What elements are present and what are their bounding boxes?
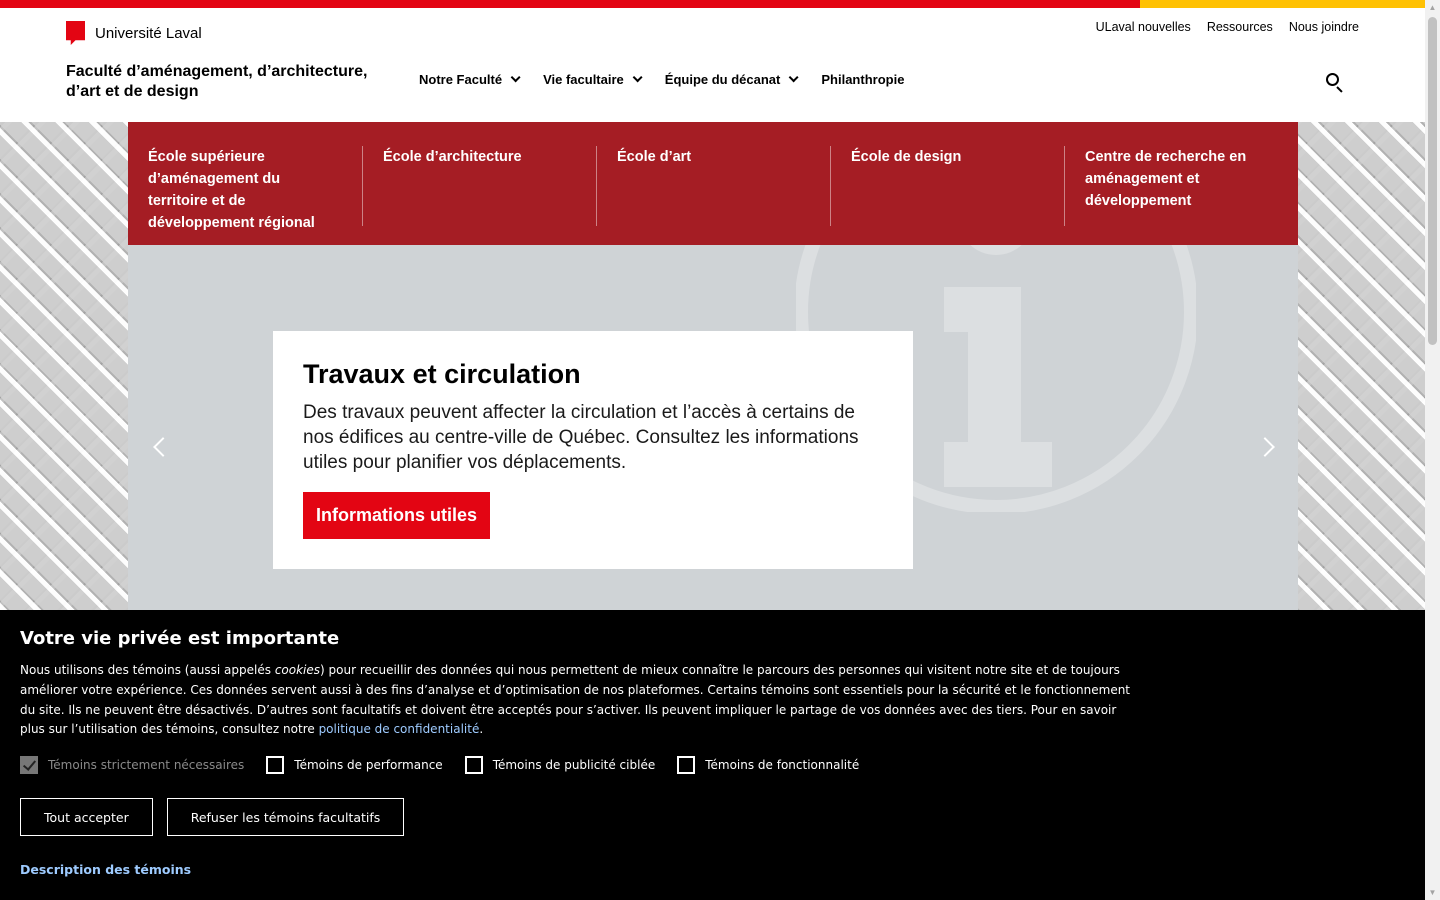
checkbox-advertising[interactable] <box>464 756 483 775</box>
main-nav: Notre Faculté Vie facultaire Équipe du d… <box>419 72 904 87</box>
search-icon-handle <box>1336 86 1343 93</box>
ulaval-shield-icon <box>66 21 85 45</box>
cookie-text-em: cookies <box>274 663 321 677</box>
chevron-down-icon <box>789 72 799 83</box>
cookie-text-part1: Nous utilisons des témoins (aussi appelé… <box>20 663 275 677</box>
schools-bar: École supérieure d’aménagement du territ… <box>128 122 1298 245</box>
faculty-title[interactable]: Faculté d’aménagement, d’architecture, d… <box>66 62 396 102</box>
school-link-crad[interactable]: Centre de recherche en aménagement et dé… <box>1064 146 1298 226</box>
chevron-down-icon <box>632 72 643 83</box>
school-link-design[interactable]: École de design <box>830 146 1064 226</box>
slide-title: Travaux et circulation <box>303 359 581 389</box>
utility-nav: ULaval nouvelles Ressources Nous joindre <box>1096 20 1359 34</box>
cookie-description-link[interactable]: Description des témoins <box>20 862 1405 877</box>
refuse-optional-button[interactable]: Refuser les témoins facultatifs <box>166 798 405 837</box>
accept-all-button[interactable]: Tout accepter <box>20 798 153 837</box>
privacy-policy-link[interactable]: politique de confidentialité <box>319 722 480 736</box>
nav-item-equipe-decanat[interactable]: Équipe du décanat <box>664 72 799 87</box>
util-link-nous-joindre[interactable]: Nous joindre <box>1289 20 1359 34</box>
university-name: Université Laval <box>95 24 202 42</box>
school-link-esad[interactable]: École supérieure d’aménagement du territ… <box>128 146 362 245</box>
school-link-art[interactable]: École d’art <box>596 146 830 226</box>
cookie-options: Témoins strictement nécessaires Témoins … <box>20 756 1405 775</box>
search-button[interactable] <box>1325 72 1345 93</box>
cookie-buttons: Tout accepter Refuser les témoins facult… <box>20 798 1405 837</box>
cookie-option-label: Témoins de fonctionnalité <box>705 758 860 773</box>
nav-item-notre-faculte[interactable]: Notre Faculté <box>419 72 521 87</box>
cookie-text-end: . <box>479 722 484 737</box>
nav-item-philanthropie[interactable]: Philanthropie <box>821 72 904 87</box>
cookie-title: Votre vie privée est importante <box>20 628 340 649</box>
checkbox-performance[interactable] <box>266 756 285 775</box>
faculty-title-line1: Faculté d’aménagement, d’architecture, <box>66 63 368 80</box>
faculty-title-line2: d’art et de design <box>66 83 199 100</box>
search-icon <box>1326 73 1339 86</box>
nav-label: Philanthropie <box>821 72 905 87</box>
util-link-nouvelles[interactable]: ULaval nouvelles <box>1096 20 1191 34</box>
util-link-ressources[interactable]: Ressources <box>1207 20 1273 34</box>
nav-label: Notre Faculté <box>419 72 503 87</box>
cookie-option-necessary: Témoins strictement nécessaires <box>20 756 245 775</box>
informations-utiles-button[interactable]: Informations utiles <box>303 492 490 539</box>
nav-label: Vie facultaire <box>543 72 624 87</box>
universite-laval-logo[interactable]: Université Laval <box>66 21 202 45</box>
school-link-architecture[interactable]: École d’architecture <box>362 146 596 226</box>
chevron-down-icon <box>510 72 521 83</box>
cookie-option-functionality[interactable]: Témoins de fonctionnalité <box>677 756 860 775</box>
site-header: Université Laval ULaval nouvelles Ressou… <box>0 8 1425 122</box>
cookie-banner: Votre vie privée est importante Nous uti… <box>0 610 1425 900</box>
slide-card: Travaux et circulation Des travaux peuve… <box>273 331 913 569</box>
cookie-option-label: Témoins de publicité ciblée <box>492 758 656 773</box>
scrollbar-thumb[interactable] <box>1428 17 1437 345</box>
top-accent-bar-yellow <box>1140 0 1425 8</box>
scroll-down-arrow-icon[interactable]: ▼ <box>1425 885 1440 900</box>
cookie-option-advertising[interactable]: Témoins de publicité ciblée <box>464 756 656 775</box>
nav-label: Équipe du décanat <box>664 72 781 87</box>
nav-item-vie-facultaire[interactable]: Vie facultaire <box>543 72 643 87</box>
slide-body: Des travaux peuvent affecter la circulat… <box>303 402 859 473</box>
cookie-option-performance[interactable]: Témoins de performance <box>266 756 443 775</box>
cookie-text: Nous utilisons des témoins (aussi appelé… <box>20 661 1140 740</box>
page-scrollbar[interactable]: ▲ ▼ <box>1425 0 1440 900</box>
scroll-up-arrow-icon[interactable]: ▲ <box>1425 0 1440 15</box>
checkbox-functionality[interactable] <box>677 756 696 775</box>
cookie-option-label: Témoins de performance <box>294 758 443 773</box>
checkbox-necessary <box>20 756 38 775</box>
cookie-option-label: Témoins strictement nécessaires <box>48 758 245 773</box>
